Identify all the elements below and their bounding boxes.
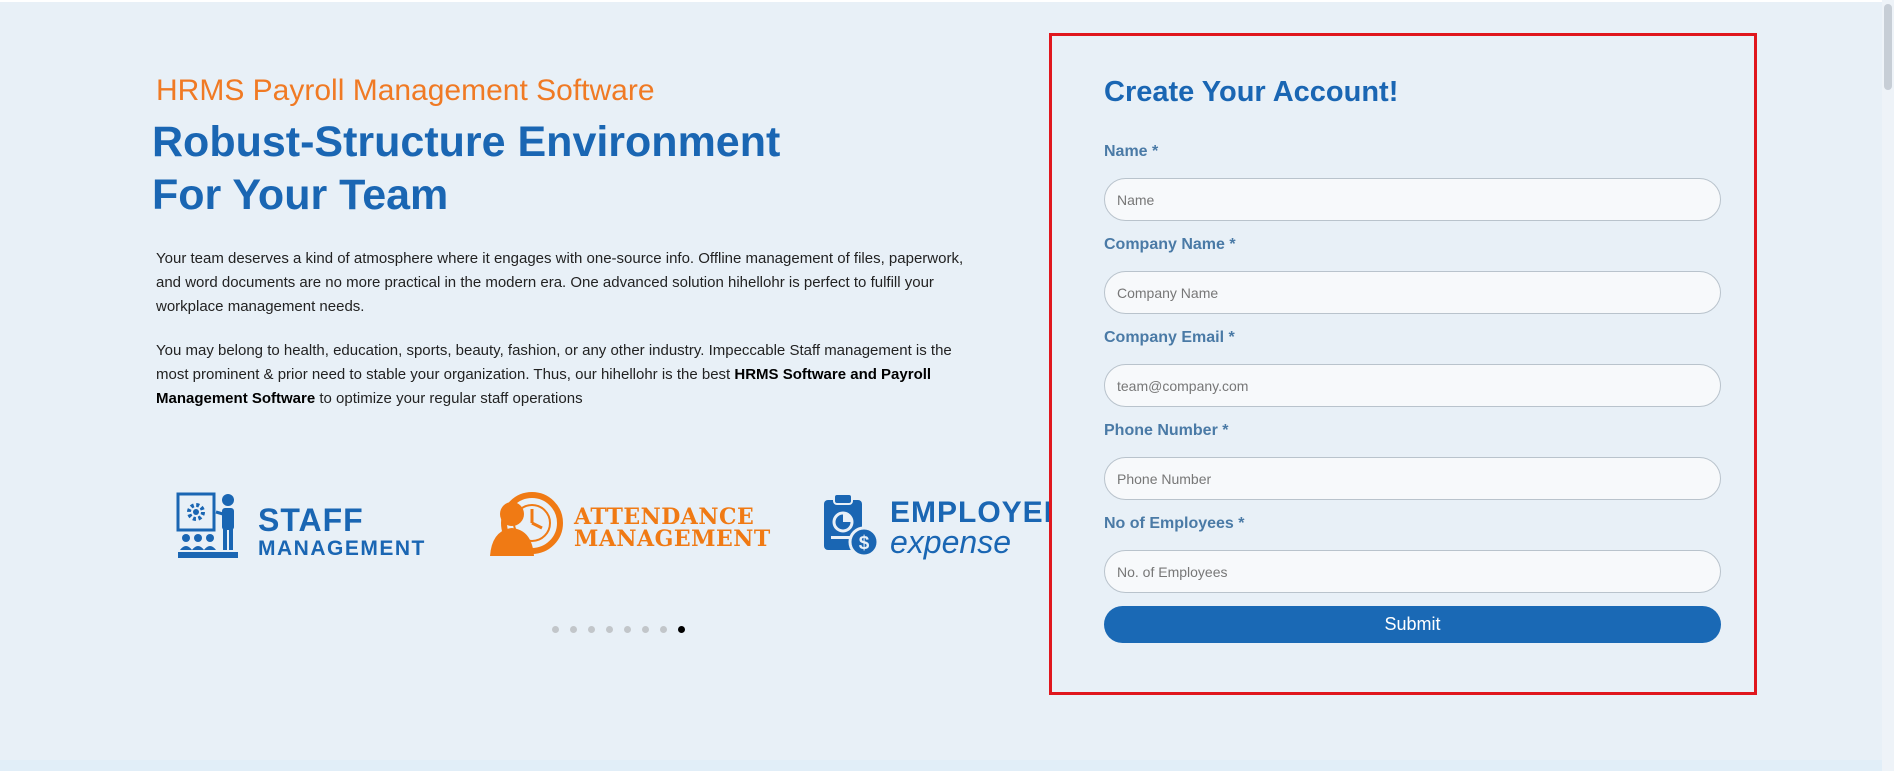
company-email-input[interactable] xyxy=(1104,364,1721,407)
carousel-dot[interactable] xyxy=(660,626,667,633)
feature-staff-line2: MANAGEMENT xyxy=(258,537,426,560)
employees-count-label: No of Employees * xyxy=(1104,515,1245,532)
create-account-form: Create Your Account! Name * Company Name… xyxy=(1049,33,1757,695)
feature-staff-text: STAFF MANAGEMENT xyxy=(258,504,426,559)
top-border xyxy=(0,0,1894,2)
carousel-dot[interactable] xyxy=(624,626,631,633)
expense-clipboard-icon: $ xyxy=(822,492,882,563)
carousel-dot-active[interactable] xyxy=(678,626,685,633)
feature-employee-expense[interactable]: $ EMPLOYEE expense xyxy=(822,492,1065,563)
carousel-dot[interactable] xyxy=(588,626,595,633)
feature-staff-management[interactable]: STAFF MANAGEMENT xyxy=(176,492,426,571)
name-input[interactable] xyxy=(1104,178,1721,221)
submit-button[interactable]: Submit xyxy=(1104,606,1721,643)
paragraph-2-end: to optimize your regular staff operation… xyxy=(315,390,583,407)
name-field-group: Name * xyxy=(1104,143,1721,221)
carousel-dot[interactable] xyxy=(552,626,559,633)
feature-employee-text: EMPLOYEE expense xyxy=(890,495,1065,560)
employees-count-field-group: No of Employees * xyxy=(1104,515,1721,593)
hero-eyebrow: HRMS Payroll Management Software xyxy=(156,74,655,107)
feature-staff-line1: STAFF xyxy=(258,502,364,538)
feature-attendance-line2: MANAGEMENT xyxy=(574,525,771,552)
employees-count-input[interactable] xyxy=(1104,550,1721,593)
hero-paragraph-2: You may belong to health, education, spo… xyxy=(156,339,986,411)
staff-presentation-icon xyxy=(176,492,250,571)
phone-number-label: Phone Number * xyxy=(1104,422,1229,439)
carousel-dot[interactable] xyxy=(606,626,613,633)
feature-employee-line2: expense xyxy=(890,523,1011,560)
carousel-dot[interactable] xyxy=(642,626,649,633)
company-email-field-group: Company Email * xyxy=(1104,329,1721,407)
company-name-label: Company Name * xyxy=(1104,236,1236,253)
feature-attendance-line1: ATTENDANCE xyxy=(574,503,755,530)
company-name-field-group: Company Name * xyxy=(1104,236,1721,314)
phone-number-input[interactable] xyxy=(1104,457,1721,500)
name-label: Name * xyxy=(1104,143,1159,160)
phone-number-field-group: Phone Number * xyxy=(1104,422,1721,500)
feature-attendance-management[interactable]: ATTENDANCE MANAGEMENT xyxy=(488,492,771,563)
feature-employee-line1: EMPLOYEE xyxy=(890,495,1065,529)
page-scrollbar[interactable] xyxy=(1882,0,1894,771)
svg-text:$: $ xyxy=(859,533,870,554)
bottom-band xyxy=(0,760,1894,771)
hero-headline: Robust-Structure Environment For Your Te… xyxy=(152,116,780,222)
company-name-input[interactable] xyxy=(1104,271,1721,314)
scrollbar-thumb[interactable] xyxy=(1884,4,1892,90)
hero-paragraph-1: Your team deserves a kind of atmosphere … xyxy=(156,250,964,315)
form-title: Create Your Account! xyxy=(1104,76,1399,108)
company-email-label: Company Email * xyxy=(1104,329,1235,346)
feature-attendance-text: ATTENDANCE MANAGEMENT xyxy=(574,506,771,550)
hero-headline-line2: For Your Team xyxy=(152,171,449,219)
carousel-dot[interactable] xyxy=(570,626,577,633)
carousel-dots xyxy=(552,626,685,633)
attendance-clock-icon xyxy=(488,492,566,563)
hero-headline-line1: Robust-Structure Environment xyxy=(152,118,781,166)
